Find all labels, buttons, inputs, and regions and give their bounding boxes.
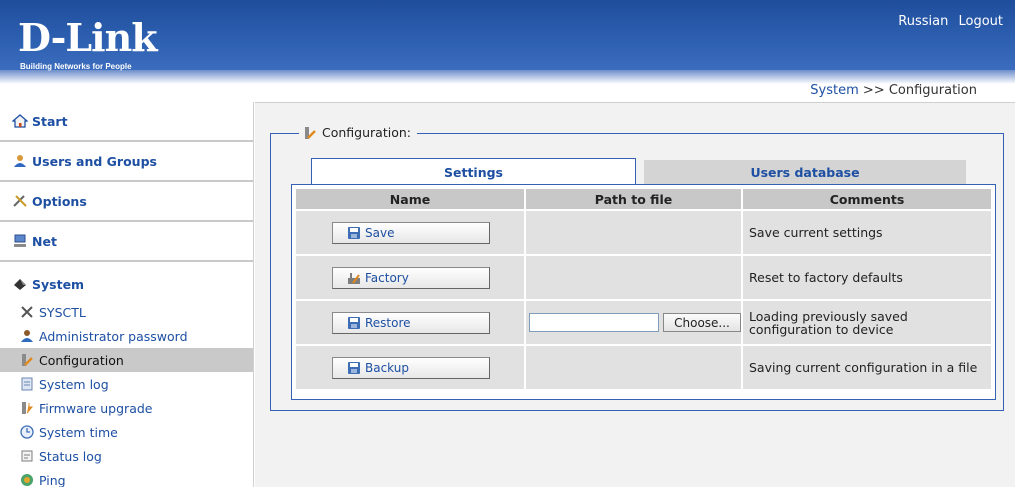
- button-label: Factory: [365, 270, 409, 285]
- sidebar-item-label: Status log: [39, 448, 102, 464]
- panel-legend: Configuration:: [299, 125, 417, 140]
- breadcrumb-parent-link[interactable]: System: [810, 83, 858, 98]
- sidebar-item-system-time[interactable]: System time: [0, 420, 253, 444]
- header: D-Link Building Networks for People Russ…: [0, 0, 1015, 98]
- breadcrumb-separator: >>: [862, 83, 885, 98]
- choose-file-button[interactable]: Choose...: [663, 313, 741, 332]
- panel-title: Configuration:: [322, 125, 411, 140]
- sidebar-item-system[interactable]: System: [0, 262, 253, 300]
- row-comment: Reset to factory defaults: [743, 256, 991, 299]
- tools-icon: [12, 194, 28, 208]
- tab-settings[interactable]: Settings: [311, 158, 636, 185]
- wrench-icon: [20, 305, 34, 319]
- column-header-comments: Comments: [743, 189, 991, 209]
- sidebar-item-system-log[interactable]: System log: [0, 372, 253, 396]
- sidebar-item-options[interactable]: Options: [0, 182, 253, 222]
- file-path-input[interactable]: [529, 313, 659, 332]
- config-icon: [20, 353, 34, 367]
- restore-button[interactable]: Restore: [332, 311, 490, 334]
- sidebar-item-label: System log: [39, 376, 109, 392]
- logout-link[interactable]: Logout: [958, 14, 1003, 29]
- language-link[interactable]: Russian: [898, 14, 948, 29]
- column-header-name: Name: [296, 189, 524, 209]
- sidebar-item-label: Start: [32, 113, 68, 129]
- row-comment: Save current settings: [743, 211, 991, 254]
- sidebar-item-label: System: [32, 276, 85, 292]
- floppy-icon: [347, 361, 361, 375]
- admin-icon: [20, 329, 34, 343]
- logo[interactable]: D-Link: [18, 18, 158, 58]
- breadcrumb-current: Configuration: [888, 83, 977, 98]
- file-picker: Choose...: [526, 313, 741, 332]
- sidebar-item-label: Net: [32, 233, 57, 249]
- logo-tagline: Building Networks for People: [20, 62, 132, 71]
- system-icon: [12, 277, 28, 291]
- sidebar-item-start[interactable]: Start: [0, 102, 253, 142]
- sidebar-item-label: System time: [39, 424, 118, 440]
- clock-icon: [20, 425, 34, 439]
- sidebar-item-label: Firmware upgrade: [39, 400, 153, 416]
- log-icon: [20, 377, 34, 391]
- button-label: Save: [365, 225, 395, 240]
- table-row: Save Save current settings: [296, 211, 991, 254]
- main-content: Configuration: Settings Users database N…: [255, 102, 1015, 487]
- sidebar-item-label: Configuration: [39, 352, 124, 368]
- factory-icon: [347, 271, 361, 285]
- sidebar-item-label: SYSCTL: [39, 304, 86, 320]
- table-row: Backup Saving current configuration in a…: [296, 346, 991, 389]
- table-row: Restore Choose... Loading previously sav…: [296, 301, 991, 344]
- config-icon: [303, 126, 317, 140]
- sidebar-item-users-and-groups[interactable]: Users and Groups: [0, 142, 253, 182]
- sidebar-item-sysctl[interactable]: SYSCTL: [0, 300, 253, 324]
- save-button[interactable]: Save: [332, 221, 490, 244]
- backup-button[interactable]: Backup: [332, 356, 490, 379]
- sidebar-item-label: Options: [32, 193, 87, 209]
- row-comment: Saving current configuration in a file: [743, 346, 991, 389]
- sidebar-item-label: Ping: [39, 472, 66, 487]
- home-icon: [11, 114, 29, 128]
- tab-bar: Settings Users database: [311, 158, 991, 185]
- status-icon: [20, 449, 34, 463]
- factory-button[interactable]: Factory: [332, 266, 490, 289]
- column-header-path: Path to file: [526, 189, 741, 209]
- button-label: Restore: [365, 315, 411, 330]
- tab-users-database[interactable]: Users database: [644, 160, 966, 184]
- row-comment: Loading previously saved configuration t…: [743, 301, 991, 344]
- sidebar-item-label: Users and Groups: [32, 153, 157, 169]
- settings-table: Name Path to file Comments Save Save cur…: [291, 184, 996, 400]
- floppy-icon: [347, 316, 361, 330]
- users-icon: [12, 154, 28, 168]
- sidebar-item-label: Administrator password: [39, 328, 188, 344]
- breadcrumb: System >> Configuration: [810, 83, 977, 98]
- sidebar-item-status-log[interactable]: Status log: [0, 444, 253, 468]
- button-label: Backup: [365, 360, 409, 375]
- sidebar-item-configuration[interactable]: Configuration: [0, 348, 253, 372]
- header-links: Russian Logout: [892, 14, 1003, 29]
- configuration-panel: Configuration: Settings Users database N…: [270, 125, 1004, 411]
- sidebar-item-administrator-password[interactable]: Administrator password: [0, 324, 253, 348]
- sidebar-item-net[interactable]: Net: [0, 222, 253, 262]
- ping-icon: [20, 473, 34, 487]
- floppy-icon: [347, 226, 361, 240]
- network-icon: [12, 234, 28, 248]
- firmware-icon: [20, 401, 34, 415]
- sidebar-item-ping[interactable]: Ping: [0, 468, 253, 487]
- sidebar-item-firmware-upgrade[interactable]: Firmware upgrade: [0, 396, 253, 420]
- table-row: Factory Reset to factory defaults: [296, 256, 991, 299]
- sidebar: Start Users and Groups Options Net Syste…: [0, 102, 254, 487]
